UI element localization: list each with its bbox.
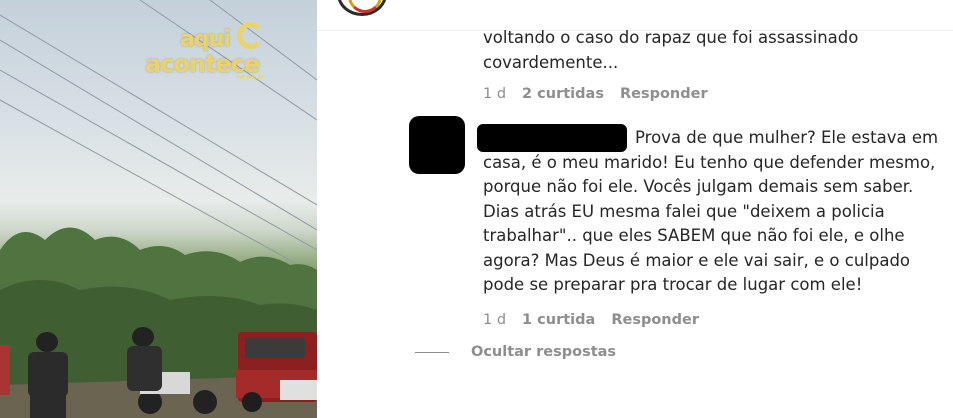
reply-button[interactable]: Responder <box>611 312 699 328</box>
watermark-line1: aqui <box>180 27 231 52</box>
post-photo: aqui acontece news.br <box>0 0 317 418</box>
redacted-avatar[interactable] <box>409 116 465 174</box>
hide-replies-button[interactable]: Ocultar respostas <box>415 344 616 360</box>
hide-replies-line <box>415 351 449 353</box>
comment-time: 1 d <box>483 312 507 328</box>
watermark-logo: aqui acontece news.br <box>145 22 270 82</box>
comment-likes-button[interactable]: 1 curtida <box>522 312 595 328</box>
reply-button[interactable]: Responder <box>620 86 708 102</box>
comment-likes-button[interactable]: 2 curtidas <box>522 86 604 102</box>
comment-meta: 1 d 1 curtida Responder <box>483 312 699 328</box>
watermark-line3: news.br <box>237 73 265 81</box>
comments-panel: voltando o caso do rapaz que foi assassi… <box>317 0 953 418</box>
comment-time: 1 d <box>483 86 507 102</box>
comment-meta: 1 d 2 curtidas Responder <box>483 86 708 102</box>
comment-text: voltando o caso do rapaz que foi assassi… <box>483 28 859 72</box>
comment-text: Prova de que mulher? Ele estava em casa,… <box>483 128 939 294</box>
hide-replies-label: Ocultar respostas <box>471 344 617 360</box>
profile-avatar[interactable] <box>337 0 387 16</box>
redaction-bar <box>477 124 627 152</box>
logo-ring-icon <box>237 22 264 49</box>
